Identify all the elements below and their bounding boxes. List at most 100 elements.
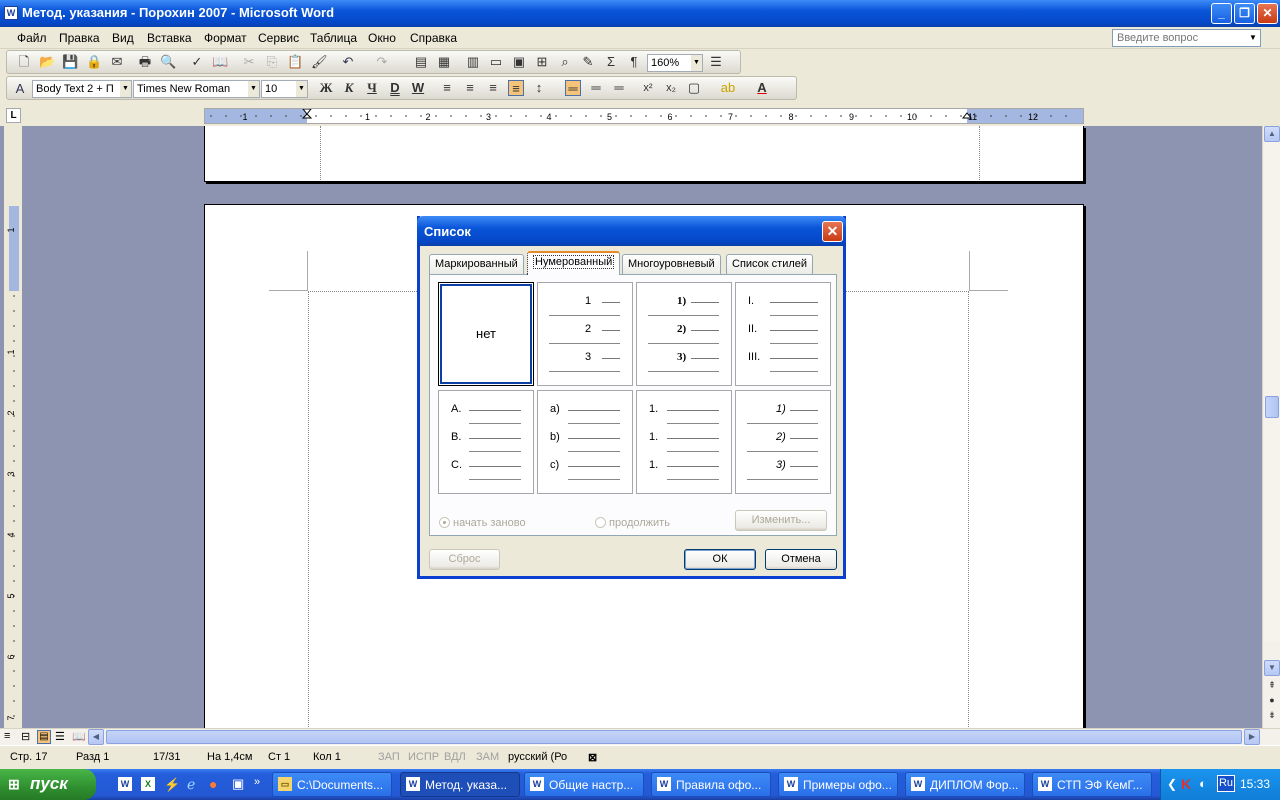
- research-icon[interactable]: 📖: [212, 54, 228, 70]
- numbering-option-lower-alpha[interactable]: a) b) c): [537, 390, 633, 494]
- previous-page-icon[interactable]: ⇞: [1265, 678, 1279, 693]
- horizontal-scroll-thumb[interactable]: [106, 730, 1242, 744]
- language-indicator[interactable]: Ru: [1217, 775, 1235, 792]
- chevron-down-icon[interactable]: ▼: [248, 81, 259, 97]
- spelling-status-icon[interactable]: ⊠: [588, 751, 597, 764]
- ie-quicklaunch-icon[interactable]: ℯ: [187, 776, 195, 793]
- drawing-icon[interactable]: ▭: [488, 54, 504, 70]
- tab-outline-numbered[interactable]: Многоуровневый: [622, 254, 721, 274]
- paste-icon[interactable]: 📋: [287, 54, 303, 70]
- continue-numbering-radio[interactable]: продолжить: [595, 517, 670, 529]
- numbering-option-paren-italic[interactable]: 1) 2) 3): [735, 390, 831, 494]
- scroll-thumb[interactable]: [1265, 396, 1279, 418]
- border-bottom-icon[interactable]: ═: [611, 80, 627, 96]
- underline-button[interactable]: Ч: [364, 80, 380, 96]
- align-center-icon[interactable]: ≡: [462, 80, 478, 96]
- line-spacing-icon[interactable]: ↕: [531, 80, 547, 96]
- font-select[interactable]: Times New Roman ▼: [133, 80, 260, 98]
- indent-marker[interactable]: [301, 109, 313, 119]
- show-icon[interactable]: ⊞: [534, 54, 550, 70]
- new-document-icon[interactable]: 🗋: [16, 54, 32, 70]
- redo-icon[interactable]: ↷: [374, 54, 390, 70]
- align-left-icon[interactable]: ≡: [439, 80, 455, 96]
- justify-icon[interactable]: ≡: [508, 80, 524, 96]
- menu-help[interactable]: Справка: [410, 31, 457, 45]
- status-track[interactable]: ИСПР: [408, 751, 439, 763]
- horizontal-ruler[interactable]: 1 1 2 3 4 5 6 7 8 9 10 11 12: [204, 108, 1084, 124]
- start-button[interactable]: ⊞ пуск: [0, 769, 96, 800]
- numbering-option-roman[interactable]: I. II. III.: [735, 282, 831, 386]
- word-quicklaunch-icon[interactable]: W: [118, 777, 132, 791]
- zoom-select[interactable]: 160% ▼: [647, 54, 703, 72]
- numbering-option-arabic[interactable]: 1 2 3: [537, 282, 633, 386]
- styles-icon[interactable]: A: [12, 81, 28, 97]
- insert-excel-icon[interactable]: ▦: [436, 54, 452, 70]
- status-extend[interactable]: ВДЛ: [444, 751, 466, 763]
- restart-numbering-radio[interactable]: начать заново: [439, 517, 526, 529]
- minimize-button[interactable]: _: [1211, 3, 1232, 24]
- more-quicklaunch-icon[interactable]: »: [254, 776, 260, 788]
- undo-icon[interactable]: ↶: [340, 54, 356, 70]
- insert-table-icon[interactable]: ▤: [413, 54, 429, 70]
- scroll-left-button[interactable]: ◀: [88, 729, 104, 745]
- chevron-down-icon[interactable]: ▼: [1247, 31, 1259, 45]
- zoom-in-icon[interactable]: ⌕: [557, 54, 573, 70]
- task-word-5[interactable]: W ДИПЛОМ Фор...: [905, 772, 1025, 797]
- tab-numbered[interactable]: Нумерованный: [527, 251, 621, 275]
- web-view-icon[interactable]: ⊟: [21, 730, 30, 743]
- save-icon[interactable]: 💾: [62, 54, 78, 70]
- task-word-6[interactable]: W СТП ЭФ КемГ...: [1032, 772, 1152, 797]
- word-app-icon[interactable]: W: [4, 6, 18, 20]
- menu-format[interactable]: Формат: [204, 31, 247, 45]
- menu-file[interactable]: Файл: [17, 31, 47, 45]
- double-underline-button[interactable]: D: [387, 80, 403, 96]
- font-color-icon[interactable]: A: [754, 80, 770, 96]
- tab-bulleted[interactable]: Маркированный: [429, 254, 524, 274]
- menu-window[interactable]: Окно: [368, 31, 396, 45]
- task-explorer[interactable]: ▭ C:\Documents...: [272, 772, 392, 797]
- task-word-3[interactable]: W Правила офо...: [651, 772, 771, 797]
- superscript-icon[interactable]: x²: [640, 80, 656, 96]
- status-overtype[interactable]: ЗАМ: [476, 751, 499, 763]
- menu-insert[interactable]: Вставка: [147, 31, 192, 45]
- restore-button[interactable]: ❐: [1234, 3, 1255, 24]
- menu-edit[interactable]: Правка: [59, 31, 100, 45]
- style-select[interactable]: Body Text 2 + П ▼: [32, 80, 132, 98]
- menu-table[interactable]: Таблица: [310, 31, 357, 45]
- dialog-title-bar[interactable]: Список ✕: [417, 216, 846, 246]
- network-icon[interactable]: ◐: [1199, 776, 1207, 791]
- sum-icon[interactable]: Σ: [603, 54, 619, 70]
- chevron-down-icon[interactable]: ▼: [296, 81, 307, 97]
- email-icon[interactable]: ✉: [109, 54, 125, 70]
- task-word-current[interactable]: W Метод. указа...: [400, 772, 520, 797]
- pen-icon[interactable]: ✎: [580, 54, 596, 70]
- modify-button[interactable]: Изменить...: [735, 510, 827, 531]
- status-record[interactable]: ЗАП: [378, 751, 400, 763]
- print-icon[interactable]: 🖶: [137, 54, 153, 70]
- border-middle-icon[interactable]: ═: [588, 80, 604, 96]
- tray-back-icon[interactable]: ❮: [1167, 777, 1177, 791]
- far-quicklaunch-icon[interactable]: ⚡: [164, 777, 180, 793]
- dialog-close-button[interactable]: ✕: [822, 221, 843, 242]
- permission-icon[interactable]: 🔒: [86, 54, 102, 70]
- cut-icon[interactable]: ✂: [241, 54, 257, 70]
- scroll-up-button[interactable]: ▲: [1264, 126, 1280, 142]
- next-page-icon[interactable]: ⇟: [1265, 708, 1279, 723]
- read-icon[interactable]: ☰: [708, 54, 724, 70]
- scroll-down-button[interactable]: ▼: [1264, 660, 1280, 676]
- menu-view[interactable]: Вид: [112, 31, 134, 45]
- italic-button[interactable]: К: [341, 80, 357, 96]
- close-button[interactable]: ✕: [1257, 3, 1278, 24]
- menu-tools[interactable]: Сервис: [258, 31, 299, 45]
- document-map-icon[interactable]: ▣: [511, 54, 527, 70]
- border-top-icon[interactable]: ═: [565, 80, 581, 96]
- tab-list-styles[interactable]: Список стилей: [726, 254, 814, 274]
- horizontal-scrollbar[interactable]: ≡ ⊟ ▤ ☰ 📖 ◀ ▶: [0, 728, 1280, 745]
- tab-selector[interactable]: L: [6, 108, 21, 123]
- columns-icon[interactable]: ▥: [465, 54, 481, 70]
- numbering-option-none[interactable]: нет: [438, 282, 534, 386]
- vertical-scrollbar[interactable]: ▲ ▼ ⇞ ● ⇟: [1262, 126, 1280, 728]
- kaspersky-icon[interactable]: K: [1181, 776, 1191, 792]
- spelling-icon[interactable]: ✓: [189, 54, 205, 70]
- highlight-icon[interactable]: ab: [720, 80, 736, 96]
